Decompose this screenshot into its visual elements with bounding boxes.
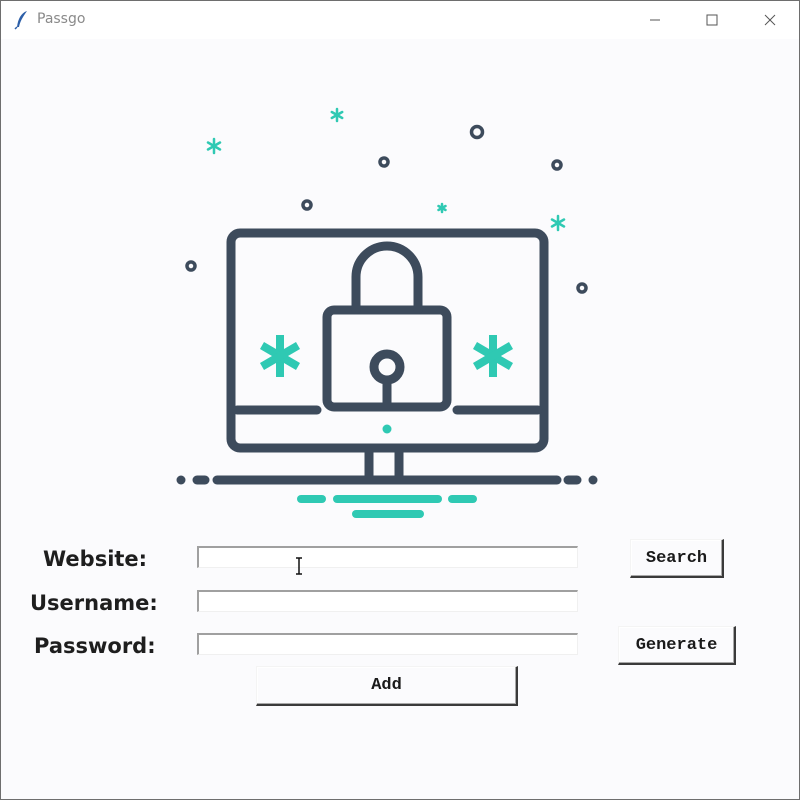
website-input[interactable] <box>197 546 578 568</box>
minimize-icon <box>649 11 661 30</box>
maximize-icon <box>706 11 718 30</box>
close-button[interactable] <box>741 1 799 39</box>
minimize-button[interactable] <box>626 1 684 39</box>
username-input[interactable] <box>197 590 578 612</box>
text-cursor-icon <box>293 557 305 575</box>
search-button[interactable]: Search <box>630 539 724 578</box>
password-input[interactable] <box>197 633 578 655</box>
monitor-padlock-icon <box>176 107 598 518</box>
add-button[interactable]: Add <box>256 666 518 706</box>
generate-password-button[interactable]: Generate <box>618 626 736 665</box>
feather-icon <box>13 10 31 30</box>
window-title: Passgo <box>37 11 86 27</box>
maximize-button[interactable] <box>683 1 741 39</box>
username-label: Username: <box>30 591 158 615</box>
website-label: Website: <box>43 547 148 571</box>
app-window: Passgo Website: Username: Password: Sear… <box>0 0 800 800</box>
title-bar[interactable]: Passgo <box>1 1 799 39</box>
password-label: Password: <box>34 634 156 658</box>
close-icon <box>764 11 776 30</box>
client-area: Website: Username: Password: Search Gene… <box>1 39 799 799</box>
